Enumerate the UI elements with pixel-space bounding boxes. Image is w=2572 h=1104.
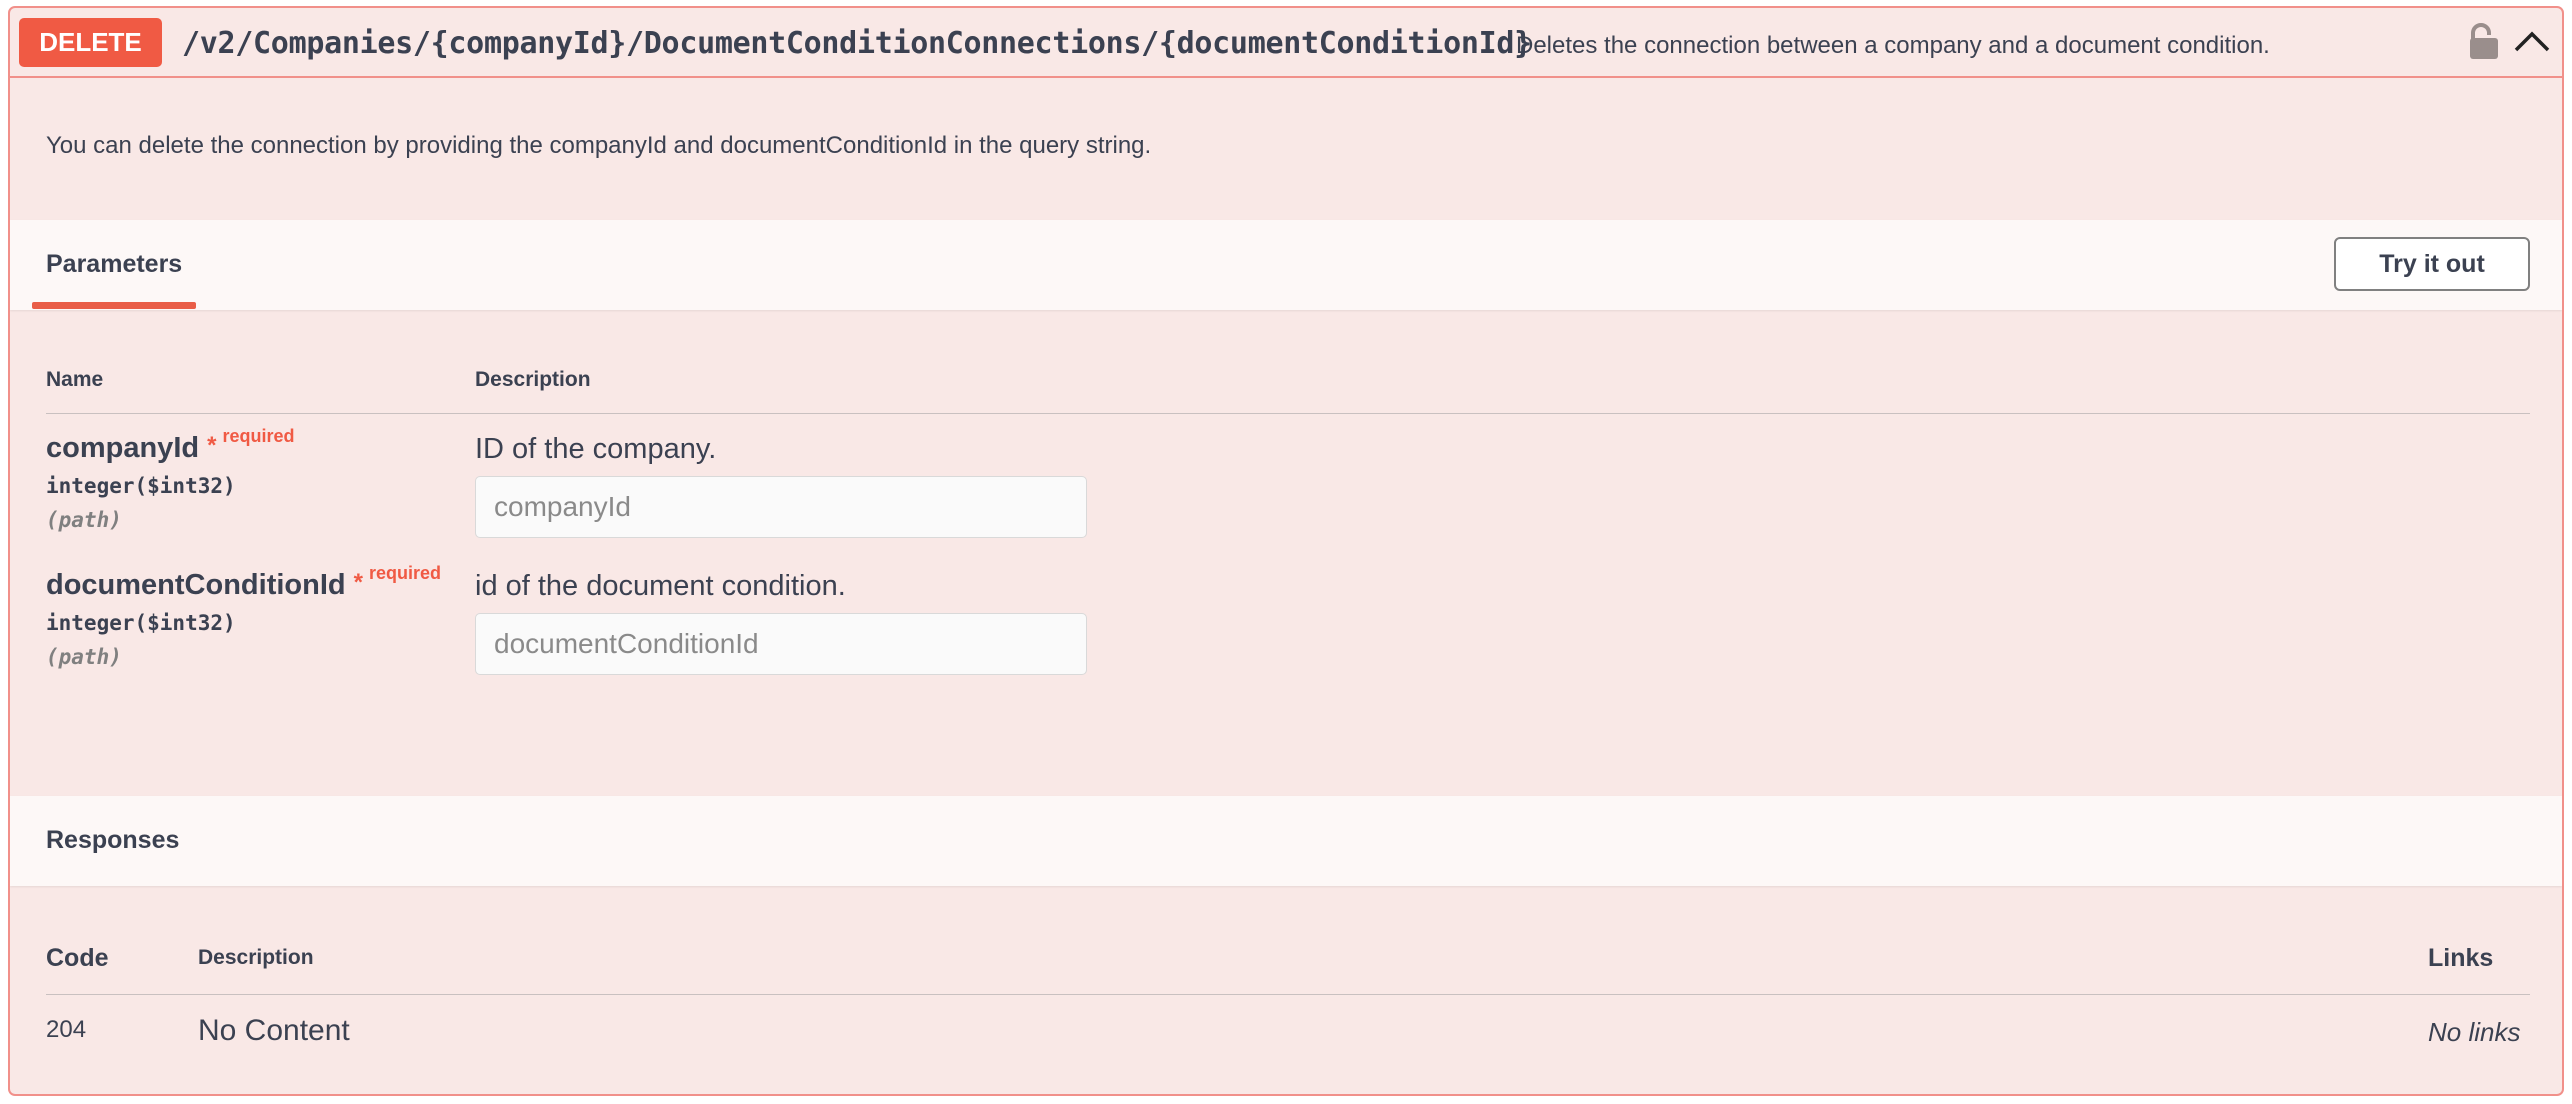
tab-active-underline (32, 302, 196, 309)
param-location: (path) (46, 508, 122, 532)
operation-block: DELETE /v2/Companies/{companyId}/Documen… (8, 6, 2564, 1096)
try-it-out-button[interactable]: Try it out (2334, 237, 2530, 291)
chevron-up-icon[interactable] (2512, 26, 2552, 56)
tab-parameters[interactable]: Parameters (46, 250, 182, 279)
lock-icon[interactable] (2468, 22, 2500, 60)
param-description: id of the document condition. (475, 570, 846, 602)
operation-summary[interactable]: DELETE /v2/Companies/{companyId}/Documen… (10, 8, 2562, 78)
documentconditionid-input[interactable] (475, 613, 1087, 675)
response-code: 204 (46, 1016, 87, 1043)
param-name: documentConditionId * required (46, 563, 441, 602)
param-name-column-header: Name (46, 368, 104, 391)
parameters-header: Parameters Try it out (10, 220, 2562, 310)
responses-header: Responses (10, 796, 2562, 886)
response-links-column-header: Links (2428, 944, 2494, 972)
param-name-text: documentConditionId (46, 569, 346, 601)
param-type: integer($int32) (46, 611, 236, 635)
required-star: * (207, 432, 217, 459)
param-type: integer($int32) (46, 474, 236, 498)
param-name: companyId * required (46, 426, 294, 465)
param-location: (path) (46, 645, 122, 669)
responses-title: Responses (46, 826, 180, 854)
response-description-column-header: Description (198, 946, 314, 969)
param-header-divider (46, 413, 2530, 414)
required-label: required (368, 563, 441, 583)
operation-description: You can delete the connection by providi… (46, 132, 1152, 159)
method-badge: DELETE (19, 18, 162, 67)
required-label: required (222, 426, 295, 446)
param-name-text: companyId (46, 432, 200, 464)
response-links: No links (2428, 1017, 2521, 1047)
companyid-input[interactable] (475, 476, 1087, 538)
param-description-column-header: Description (475, 368, 591, 391)
response-description: No Content (198, 1014, 350, 1047)
endpoint-path: /v2/Companies/{companyId}/DocumentCondit… (182, 26, 1532, 61)
response-code-column-header: Code (46, 944, 109, 972)
param-description: ID of the company. (475, 433, 717, 465)
response-header-divider (46, 994, 2530, 995)
operation-summary-text: Deletes the connection between a company… (1516, 32, 2270, 59)
required-star: * (353, 569, 363, 596)
